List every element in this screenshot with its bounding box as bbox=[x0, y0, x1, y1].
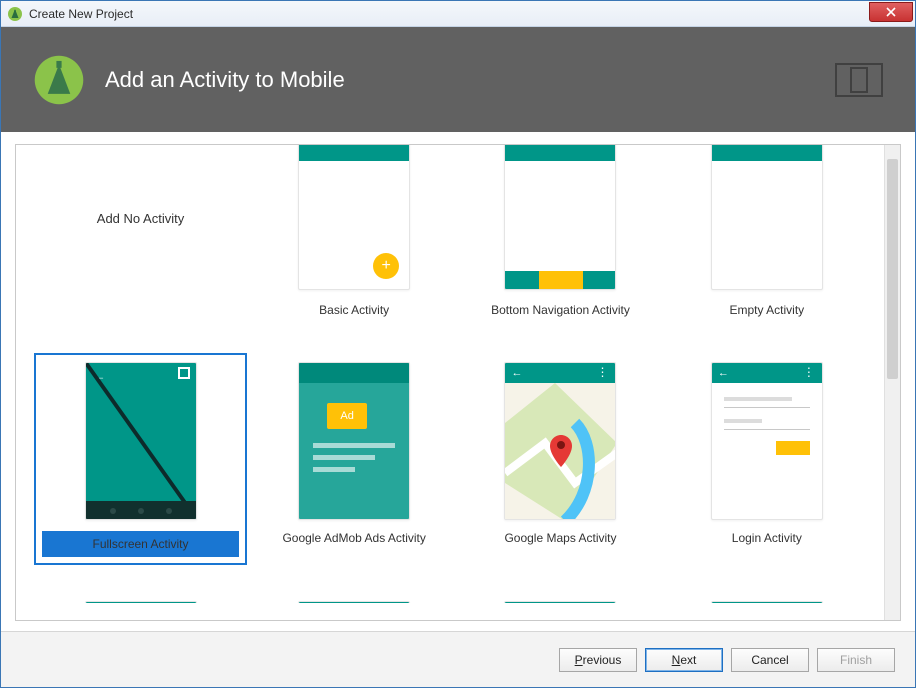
wizard-header: Add an Activity to Mobile bbox=[1, 27, 915, 132]
device-icon bbox=[835, 63, 883, 97]
next-button[interactable]: Next bbox=[645, 648, 723, 672]
tile-google-maps-activity[interactable]: ←⋮ Google Maps Activity bbox=[461, 353, 659, 565]
tile-row3-peek-2[interactable] bbox=[255, 593, 453, 603]
tile-label: Google Maps Activity bbox=[504, 531, 616, 545]
previous-button[interactable]: Previous bbox=[559, 648, 637, 672]
page-title: Add an Activity to Mobile bbox=[105, 67, 835, 93]
tile-label: Empty Activity bbox=[729, 303, 804, 317]
tile-label: Google AdMob Ads Activity bbox=[282, 531, 425, 545]
app-icon bbox=[7, 6, 23, 22]
window-title: Create New Project bbox=[29, 7, 869, 21]
activity-gallery: Add No Activity + Basic Activity bbox=[15, 144, 901, 621]
tile-label: Login Activity bbox=[732, 531, 802, 545]
tile-label: Basic Activity bbox=[319, 303, 389, 317]
tile-row3-peek-3[interactable] bbox=[461, 593, 659, 603]
tile-row3-peek-4[interactable] bbox=[668, 593, 866, 603]
scrollbar[interactable] bbox=[884, 145, 900, 620]
tile-google-admob-ads-activity[interactable]: Ad Google AdMob Ads Activity bbox=[255, 353, 453, 565]
wizard-footer: Previous Next Cancel Finish bbox=[1, 631, 915, 687]
ad-badge: Ad bbox=[327, 403, 367, 429]
tile-empty-activity[interactable]: Empty Activity bbox=[668, 145, 866, 325]
tile-label: Bottom Navigation Activity bbox=[491, 303, 630, 317]
close-button[interactable] bbox=[869, 2, 913, 22]
scrollbar-thumb[interactable] bbox=[887, 159, 898, 379]
tile-basic-activity[interactable]: + Basic Activity bbox=[255, 145, 453, 325]
titlebar: Create New Project bbox=[1, 1, 915, 27]
tile-add-no-activity[interactable]: Add No Activity bbox=[34, 145, 247, 325]
cancel-button[interactable]: Cancel bbox=[731, 648, 809, 672]
window: Create New Project Add an Activity to Mo… bbox=[0, 0, 916, 688]
tile-bottom-navigation-activity[interactable]: Bottom Navigation Activity bbox=[461, 145, 659, 325]
map-icon bbox=[505, 383, 616, 520]
tile-login-activity[interactable]: ←⋮ Login Activity bbox=[668, 353, 866, 565]
finish-button: Finish bbox=[817, 648, 895, 672]
android-studio-logo-icon bbox=[33, 54, 85, 106]
tile-row3-peek-1[interactable] bbox=[34, 593, 247, 603]
tile-fullscreen-activity[interactable]: ← Fullscreen Activity bbox=[34, 353, 247, 565]
tile-label: Fullscreen Activity bbox=[92, 537, 188, 551]
no-activity-label: Add No Activity bbox=[81, 145, 201, 293]
